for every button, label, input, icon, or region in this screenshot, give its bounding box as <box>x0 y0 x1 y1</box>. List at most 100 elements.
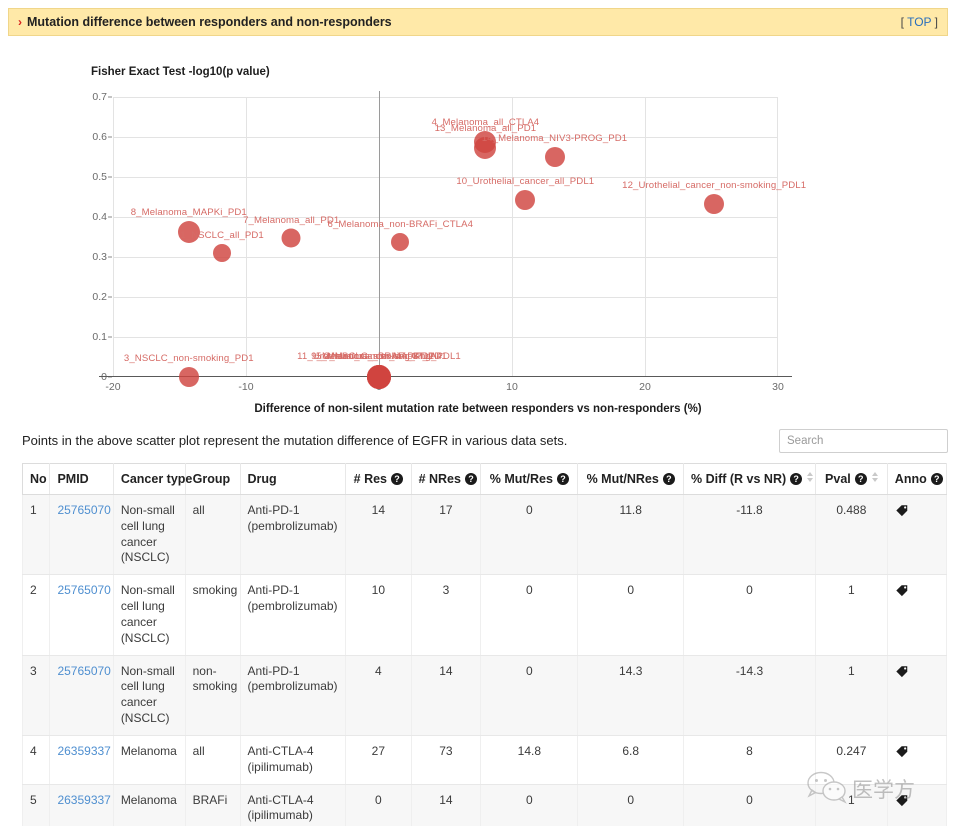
pmid-link[interactable]: 25765070 <box>57 664 110 678</box>
scatter-point-label: 6_Melanoma_non-BRAFi_CTLA4 <box>327 219 474 231</box>
scatter-point[interactable] <box>178 367 199 387</box>
scatter-point[interactable] <box>544 146 565 167</box>
cell-pval: 1 <box>815 574 888 656</box>
cell-anno[interactable] <box>887 735 948 785</box>
cell-cancer_type: Non-small cell lung cancer (NSCLC) <box>113 494 186 576</box>
column-header-label: No <box>30 472 47 486</box>
scatter-point[interactable] <box>515 189 536 210</box>
scatter-point[interactable] <box>391 233 410 252</box>
help-icon[interactable]: ? <box>854 473 867 485</box>
cell-drug: Anti-PD-1 (pembrolizumab) <box>240 494 347 576</box>
column-header-label: # NRes <box>418 472 461 486</box>
plot-area: 00.10.20.30.40.50.60.7-20-1001020308_Mel… <box>92 91 806 393</box>
pmid-link[interactable]: 26359337 <box>57 793 110 807</box>
scatter-point[interactable] <box>367 365 391 389</box>
cell-pmid[interactable]: 25765070 <box>49 574 114 656</box>
cell-pmid[interactable]: 26359337 <box>49 735 114 785</box>
column-header-pval[interactable]: Pval? <box>815 463 888 495</box>
cell-drug: Anti-CTLA-4 (ipilimumab) <box>240 784 347 826</box>
cell-group: smoking <box>185 574 241 656</box>
cell-cancer_type: Non-small cell lung cancer (NSCLC) <box>113 574 186 656</box>
y-tick-label: 0.7 <box>92 91 107 103</box>
table-row: 2 25765070 Non-small cell lung cancer (NSC… <box>21 574 948 656</box>
cell-pmid[interactable]: 25765070 <box>49 655 114 736</box>
cell-cancer_type: Melanoma <box>113 735 186 785</box>
y-tick-label: 0.3 <box>92 251 107 263</box>
scatter-point[interactable] <box>213 243 232 262</box>
pmid-link[interactable]: 25765070 <box>57 583 110 597</box>
scatter-point[interactable] <box>704 194 725 215</box>
y-gridline <box>113 177 778 178</box>
search-input[interactable] <box>779 429 948 453</box>
help-icon[interactable]: ? <box>464 473 477 485</box>
cell-pmid[interactable]: 25765070 <box>49 494 114 576</box>
cell-no: 2 <box>21 574 51 656</box>
cell-pct_mut_nres: 0 <box>577 784 684 826</box>
tag-icon[interactable] <box>895 664 909 678</box>
table-row: 5 26359337 Melanoma BRAFi Anti-CTLA-4 (ipili… <box>21 784 948 826</box>
cell-n_res: 27 <box>345 735 412 785</box>
tag-icon[interactable] <box>895 744 909 758</box>
cell-pct_mut_res: 0 <box>480 574 579 656</box>
help-icon[interactable]: ? <box>930 473 943 485</box>
help-icon[interactable]: ? <box>391 473 404 485</box>
help-icon[interactable]: ? <box>662 473 675 485</box>
scatter-point-label: 14_Melanoma_NIV3-PROG_PD1 <box>481 132 628 144</box>
sort-toggle-icon[interactable] <box>871 472 878 482</box>
zero-axis-line <box>379 91 380 377</box>
cell-cancer_type: Non-small cell lung cancer (NSCLC) <box>113 655 186 736</box>
bracket-open: [ <box>900 15 904 29</box>
help-icon[interactable]: ? <box>790 473 803 485</box>
pmid-link[interactable]: 25765070 <box>57 503 110 517</box>
column-header-label: Group <box>192 472 231 486</box>
table-row: 1 25765070 Non-small cell lung cancer (NSC… <box>21 494 948 576</box>
top-link-wrapper: [ TOP ] <box>901 15 938 29</box>
table-header-row: No PMID Cancer type Group Drug # Res? # NRes?%… <box>21 463 948 495</box>
column-header-pct_diff[interactable]: % Diff (R vs NR)? <box>683 463 816 495</box>
x-tick-label: 30 <box>772 381 784 393</box>
y-tick-label: 0.5 <box>92 171 107 183</box>
scatter-point-label: 3_NSCLC_non-smoking_PD1 <box>123 353 254 364</box>
cell-cancer_type: Melanoma <box>113 784 186 826</box>
pmid-link[interactable]: 26359337 <box>57 744 110 758</box>
cell-no: 1 <box>21 494 51 576</box>
cell-anno[interactable] <box>887 784 948 826</box>
cell-pct_diff: 0 <box>683 784 816 826</box>
table-row: 4 26359337 Melanoma all Anti-CTLA-4 (ipilimu… <box>21 735 948 785</box>
cell-n_nres: 3 <box>411 574 482 656</box>
bracket-close: ] <box>934 15 938 29</box>
cell-anno[interactable] <box>887 574 948 656</box>
column-header-pct_mut_nres: % Mut/NRes? <box>577 463 684 495</box>
x-tick-label: 10 <box>506 381 518 393</box>
cell-pval: 0.488 <box>815 494 888 576</box>
cell-n_res: 4 <box>345 655 412 736</box>
x-tick-label: -20 <box>105 381 121 393</box>
tag-icon[interactable] <box>895 793 909 807</box>
y-tick-mark <box>108 336 112 338</box>
cell-n_res: 14 <box>345 494 412 576</box>
scatter-point[interactable] <box>281 228 301 248</box>
page-root: › Mutation difference between responders… <box>0 0 956 826</box>
y-gridline <box>113 97 778 98</box>
cell-anno[interactable] <box>887 655 948 736</box>
cell-anno[interactable] <box>887 494 948 576</box>
y-tick-mark <box>108 296 112 298</box>
cell-pmid[interactable]: 26359337 <box>49 784 114 826</box>
cell-drug: Anti-PD-1 (pembrolizumab) <box>240 655 347 736</box>
cell-n_res: 10 <box>345 574 412 656</box>
sort-toggle-icon[interactable] <box>807 472 814 482</box>
top-anchor-link[interactable]: TOP <box>907 15 931 29</box>
help-icon[interactable]: ? <box>556 473 569 485</box>
chevron-right-icon: › <box>18 15 22 29</box>
tag-icon[interactable] <box>895 503 909 517</box>
x-gridline <box>645 97 646 377</box>
cell-no: 3 <box>21 655 51 736</box>
tag-icon[interactable] <box>895 583 909 597</box>
x-tick-label: 20 <box>639 381 651 393</box>
x-tick-label: -10 <box>238 381 254 393</box>
cell-n_nres: 14 <box>411 784 482 826</box>
table-row: 3 25765070 Non-small cell lung cancer (NSC… <box>21 655 948 736</box>
cell-n_nres: 73 <box>411 735 482 785</box>
y-tick-label: 0.6 <box>92 131 107 143</box>
cell-pct_diff: 8 <box>683 735 816 785</box>
